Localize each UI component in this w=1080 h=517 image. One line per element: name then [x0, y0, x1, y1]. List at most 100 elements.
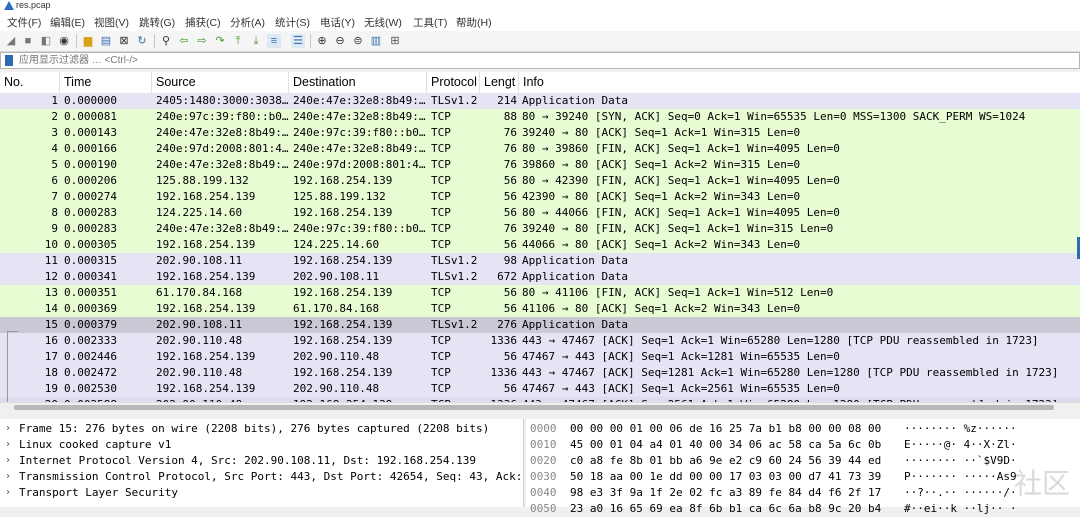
menu-help[interactable]: 帮助(H) [456, 15, 492, 30]
packet-row[interactable]: 1 0.000000 2405:1480:3000:3038… 240e:47e:32… [0, 93, 1080, 109]
start-capture-icon[interactable]: ◢ [4, 34, 18, 48]
packet-row[interactable]: 4 0.000166 240e:97d:2008:801:4… 240e:47e:32… [0, 141, 1080, 157]
packet-info: 41106 → 80 [ACK] Seq=1 Ack=2 Win=343 Len… [522, 302, 801, 315]
capture-options-icon[interactable]: ◉ [57, 34, 71, 48]
save-file-icon[interactable]: ▤ [99, 34, 113, 48]
packet-row[interactable]: 19 0.002530 192.168.254.139 202.90.110.48 TC… [0, 381, 1080, 397]
close-file-icon[interactable]: ⊠ [117, 34, 131, 48]
packet-row[interactable]: 5 0.000190 240e:47e:32e8:8b49:… 240e:97d:20… [0, 157, 1080, 173]
packet-no: 1 [51, 94, 58, 107]
column-header-destination[interactable]: Destination [289, 72, 427, 93]
packet-source: 240e:47e:32e8:8b49:… [156, 126, 289, 139]
bookmark-icon[interactable] [5, 55, 13, 66]
display-filter-input[interactable] [19, 54, 1059, 67]
watermark: 社区 [1014, 468, 1071, 499]
hex-offset: 0010 [530, 438, 557, 451]
open-file-icon[interactable]: ▆ [81, 34, 95, 48]
find-packet-icon[interactable]: ⚲ [159, 34, 173, 48]
packet-destination: 192.168.254.139 [293, 334, 393, 347]
menu-edit[interactable]: 编辑(E) [50, 15, 85, 30]
packet-row[interactable]: 11 0.000315 202.90.108.11 192.168.254.139 TL… [0, 253, 1080, 269]
packet-row[interactable]: 17 0.002446 192.168.254.139 202.90.110.48 TC… [0, 349, 1080, 365]
menu-telephony[interactable]: 电话(Y) [320, 15, 355, 30]
scrollbar-thumb[interactable] [14, 405, 1054, 410]
column-header-no[interactable]: No. [0, 72, 60, 93]
menu-wireless[interactable]: 无线(W) [364, 15, 402, 30]
grid-icon[interactable]: ⊞ [388, 34, 402, 48]
horizontal-scrollbar[interactable] [0, 402, 1080, 412]
colorize-icon[interactable]: ☰ [291, 34, 305, 48]
toolbar-separator [310, 34, 311, 48]
packet-time: 0.000274 [64, 190, 117, 203]
reload-file-icon[interactable]: ↻ [135, 34, 149, 48]
packet-destination: 240e:47e:32e8:8b49:… [293, 110, 426, 123]
packet-row[interactable]: 9 0.000283 240e:47e:32e8:8b49:… 240e:97c:39… [0, 221, 1080, 237]
packet-row[interactable]: 6 0.000206 125.88.199.132 192.168.254.139 TC… [0, 173, 1080, 189]
go-forward-icon[interactable]: ⇨ [195, 34, 209, 48]
main-toolbar: ◢ ■ ◧ ◉ ▆ ▤ ⊠ ↻ ⚲ ⇦ ⇨ ↷ ⤒ ⤓ ≡ ☰ ⊕ ⊖ ⊜ ▥ … [0, 31, 1080, 52]
packet-no: 6 [51, 174, 58, 187]
resize-columns-icon[interactable]: ▥ [369, 34, 383, 48]
packet-row[interactable]: 18 0.002472 202.90.110.48 192.168.254.139 TC… [0, 365, 1080, 381]
packet-row[interactable]: 2 0.000081 240e:97c:39:f80::b0… 240e:47e:32… [0, 109, 1080, 125]
packet-info: 80 → 41106 [FIN, ACK] Seq=1 Ack=1 Win=51… [522, 286, 834, 299]
restart-capture-icon[interactable]: ◧ [39, 34, 53, 48]
column-header-info[interactable]: Info [519, 72, 1080, 93]
packet-time: 0.000315 [64, 254, 117, 267]
menu-go[interactable]: 跳转(G) [139, 15, 175, 30]
packet-row[interactable]: 16 0.002333 202.90.110.48 192.168.254.139 TC… [0, 333, 1080, 349]
packet-row[interactable]: 3 0.000143 240e:47e:32e8:8b49:… 240e:97c:39… [0, 125, 1080, 141]
expand-arrow-icon[interactable]: › [5, 437, 11, 453]
packet-protocol: TCP [431, 238, 451, 251]
go-back-icon[interactable]: ⇦ [177, 34, 191, 48]
zoom-reset-icon[interactable]: ⊜ [351, 34, 365, 48]
stop-capture-icon[interactable]: ■ [21, 34, 35, 48]
packet-length: 56 [503, 302, 517, 315]
expand-arrow-icon[interactable]: › [5, 469, 11, 485]
menu-statistics[interactable]: 统计(S) [275, 15, 310, 30]
packet-time: 0.000283 [64, 206, 117, 219]
packet-time: 0.000305 [64, 238, 117, 251]
packet-length: 76 [503, 222, 517, 235]
packet-row[interactable]: 14 0.000369 192.168.254.139 61.170.84.168 TC… [0, 301, 1080, 317]
expand-arrow-icon[interactable]: › [5, 485, 11, 501]
go-first-icon[interactable]: ⤒ [231, 34, 245, 48]
packet-source: 125.88.199.132 [156, 174, 249, 187]
hex-offset: 0040 [530, 486, 557, 499]
menu-view[interactable]: 视图(V) [94, 15, 129, 30]
hex-ascii: P······· ·····As9 [904, 470, 1017, 483]
menu-file[interactable]: 文件(F) [7, 15, 41, 30]
hex-ascii: E·····@· 4··X·Zl· [904, 438, 1017, 451]
packet-row[interactable]: 10 0.000305 192.168.254.139 124.225.14.60 TC… [0, 237, 1080, 253]
packet-row[interactable]: 8 0.000283 124.225.14.60 192.168.254.139 TCP… [0, 205, 1080, 221]
packet-time: 0.000166 [64, 142, 117, 155]
packet-protocol: TLSv1.2 [431, 254, 478, 267]
expand-arrow-icon[interactable]: › [5, 421, 11, 437]
go-to-packet-icon[interactable]: ↷ [213, 34, 227, 48]
packet-source: 124.225.14.60 [156, 206, 243, 219]
menu-capture[interactable]: 捕获(C) [185, 15, 221, 30]
column-header-length[interactable]: Lengt [480, 72, 519, 93]
packet-row[interactable]: 13 0.000351 61.170.84.168 192.168.254.139 TC… [0, 285, 1080, 301]
packet-length: 98 [503, 254, 517, 267]
expand-arrow-icon[interactable]: › [5, 453, 11, 469]
packet-source: 192.168.254.139 [156, 302, 256, 315]
packet-row[interactable]: 12 0.000341 192.168.254.139 202.90.108.11 TL… [0, 269, 1080, 285]
packet-destination: 192.168.254.139 [293, 366, 393, 379]
packet-length: 56 [503, 206, 517, 219]
hex-offset: 0020 [530, 454, 557, 467]
zoom-out-icon[interactable]: ⊖ [333, 34, 347, 48]
zoom-in-icon[interactable]: ⊕ [315, 34, 329, 48]
packet-row[interactable]: 15 0.000379 202.90.108.11 192.168.254.139 TL… [0, 317, 1080, 333]
packet-destination: 202.90.110.48 [293, 382, 380, 395]
go-last-icon[interactable]: ⤓ [249, 34, 263, 48]
packet-row[interactable]: 7 0.000274 192.168.254.139 125.88.199.132 TC… [0, 189, 1080, 205]
column-header-time[interactable]: Time [60, 72, 152, 93]
packet-protocol: TLSv1.2 [431, 270, 478, 283]
autoscroll-icon[interactable]: ≡ [267, 34, 281, 48]
menu-analyze[interactable]: 分析(A) [230, 15, 265, 30]
menu-tools[interactable]: 工具(T) [413, 15, 447, 30]
column-header-protocol[interactable]: Protocol [427, 72, 480, 93]
packet-time: 0.000143 [64, 126, 117, 139]
column-header-source[interactable]: Source [152, 72, 289, 93]
